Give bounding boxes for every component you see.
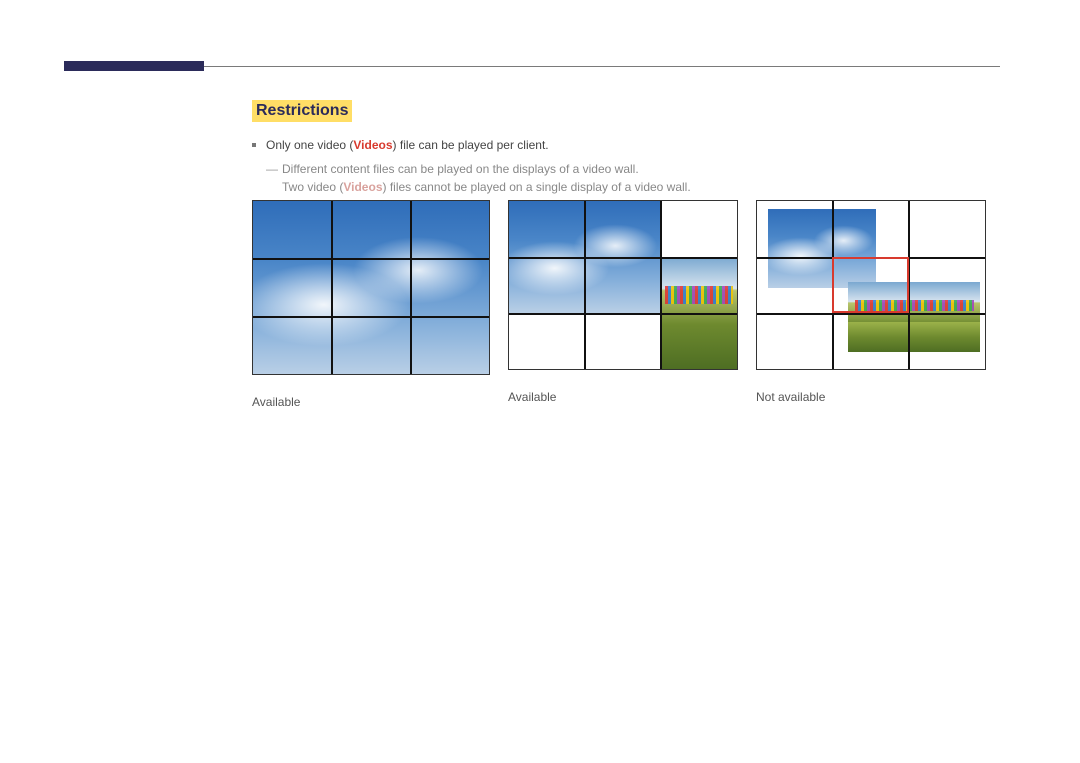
dash-icon: ― (266, 160, 278, 178)
video-sky (253, 201, 489, 374)
sub-bullet: ― Different content files can be played … (266, 160, 1000, 196)
document-page: Restrictions Only one video (Videos) fil… (0, 0, 1080, 763)
top-rule (64, 66, 1000, 67)
bullet-item: Only one video (Videos) file can be play… (252, 136, 1000, 154)
bullet-dot-icon (252, 143, 256, 147)
grid-line-horizontal (509, 313, 737, 315)
bullet-list: Only one video (Videos) file can be play… (252, 136, 1000, 196)
overlap-highlight (832, 257, 908, 313)
text-fragment: Two video ( (282, 180, 343, 194)
video-wall-grid (756, 200, 986, 370)
flags-detail (665, 286, 734, 304)
video-field-grass (848, 322, 980, 352)
figure-caption: Available (252, 395, 490, 409)
figure-available-1: Available (252, 200, 490, 409)
accent-bar (64, 61, 204, 71)
bullet-text: Only one video (Videos) file can be play… (266, 136, 549, 154)
video-wall-grid (252, 200, 490, 375)
text-fragment: ) files cannot be played on a single dis… (383, 180, 691, 194)
grid-line-vertical (331, 201, 333, 374)
grid-line-vertical (584, 201, 586, 369)
videos-keyword: Videos (353, 138, 392, 152)
grid-line-vertical (660, 201, 662, 369)
videos-keyword: Videos (343, 180, 382, 194)
section-heading: Restrictions (252, 100, 352, 122)
grid-line-horizontal (509, 257, 737, 259)
grid-line-horizontal (253, 258, 489, 260)
sub-line: Two video (Videos) files cannot be playe… (282, 178, 1000, 196)
sub-line: Different content files can be played on… (282, 160, 1000, 178)
content-column: Restrictions Only one video (Videos) fil… (252, 100, 1000, 196)
video-wall-grid (508, 200, 738, 370)
figure-caption: Available (508, 390, 738, 404)
figure-caption: Not available (756, 390, 986, 404)
text-fragment: Only one video ( (266, 138, 353, 152)
text-fragment: ) file can be played per client. (393, 138, 549, 152)
figure-available-2: Available (508, 200, 738, 409)
grid-line-horizontal (253, 316, 489, 318)
figure-row: Available Available (252, 200, 986, 409)
figure-not-available: Not available (756, 200, 986, 409)
grid-line-vertical (410, 201, 412, 374)
